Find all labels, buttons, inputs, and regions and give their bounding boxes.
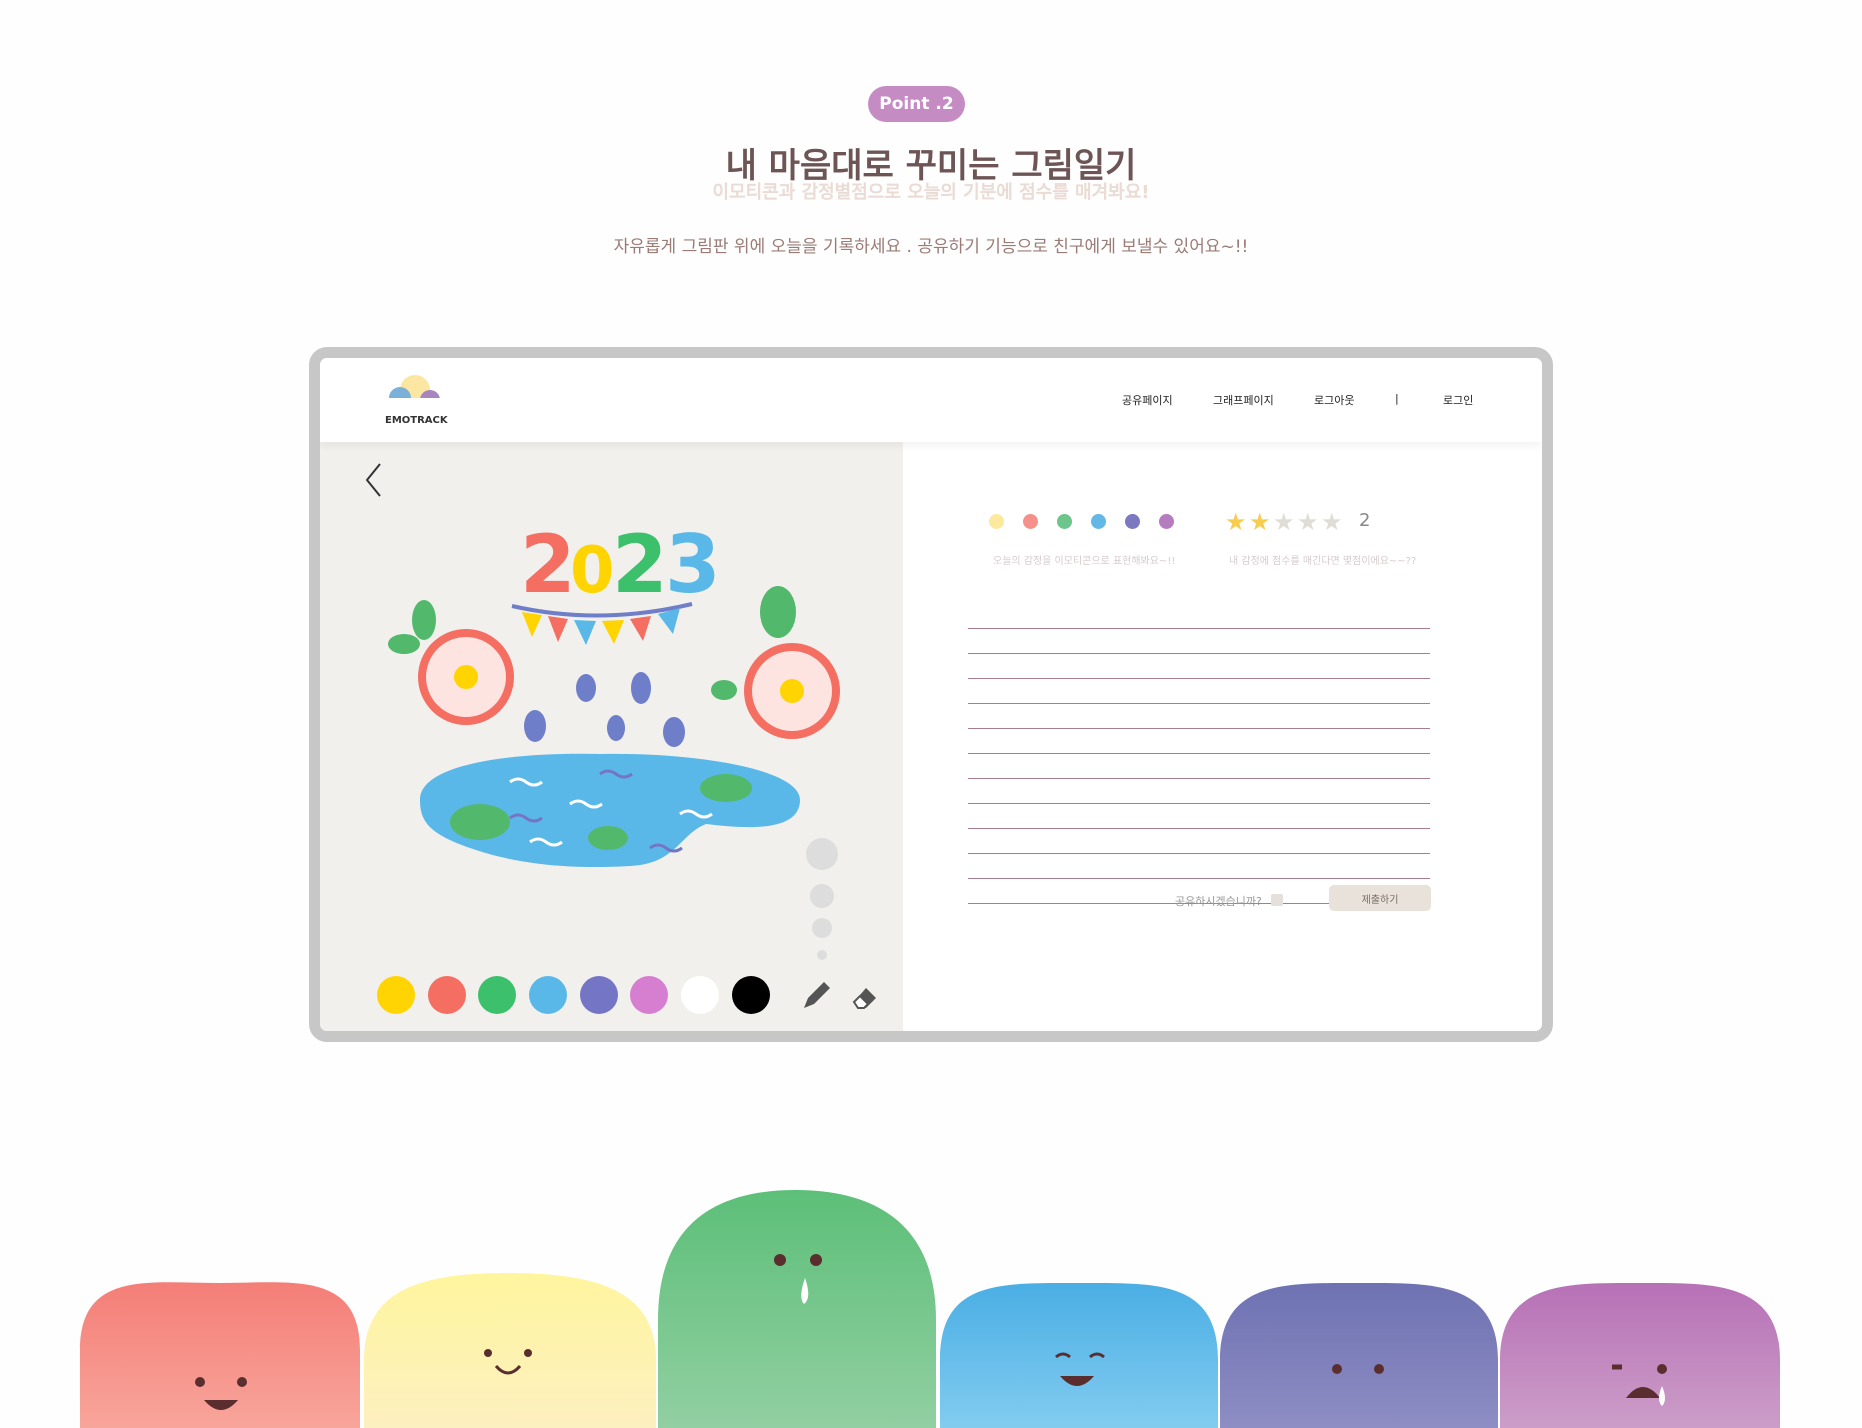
section-description: 자유롭게 그림판 위에 오늘을 기록하세요 . 공유하기 기능으로 친구에게 보…: [613, 237, 1249, 257]
brush-size-sm[interactable]: [817, 950, 827, 960]
character-blue: [940, 1282, 1218, 1428]
character-purple: [1220, 1282, 1498, 1428]
rating-hint: 내 감정에 점수를 매긴다면 몇점이에요~~??: [1229, 556, 1417, 567]
emotion-characters: [80, 1190, 1780, 1428]
star-icon[interactable]: ★: [1321, 508, 1343, 536]
emotion-neutral-icon[interactable]: [1125, 514, 1140, 529]
year-digit-3: 2: [612, 518, 668, 611]
star-icon[interactable]: ★: [1273, 508, 1295, 536]
brush-size-xl[interactable]: [806, 838, 838, 870]
raindrops: [524, 672, 685, 747]
nav-graph-page[interactable]: 그래프페이지: [1213, 392, 1274, 408]
nav-divider: |: [1395, 392, 1399, 405]
logo-text: EMOTRACK: [385, 415, 448, 426]
brush-size-lg[interactable]: [810, 884, 834, 908]
color-swatch-blue[interactable]: [529, 976, 567, 1014]
color-swatch-red[interactable]: [428, 976, 466, 1014]
share-label: 공유하시겠습니까?: [1175, 895, 1262, 908]
flower-left: [418, 629, 514, 725]
emotion-calm-icon[interactable]: [1057, 514, 1072, 529]
emotion-happy-icon[interactable]: [989, 514, 1004, 529]
flower-right: [744, 643, 840, 739]
color-swatch-yellow[interactable]: [377, 976, 415, 1014]
year-digit-2: 0: [570, 534, 615, 608]
character-red: [80, 1282, 360, 1428]
year-digit-1: 2: [520, 518, 576, 611]
color-swatch-black[interactable]: [732, 976, 770, 1014]
color-swatch-green[interactable]: [478, 976, 516, 1014]
star-icon[interactable]: ★: [1225, 508, 1247, 536]
emotion-cheerful-icon[interactable]: [1091, 514, 1106, 529]
nav-logout[interactable]: 로그아웃: [1314, 392, 1354, 408]
character-yellow: [364, 1273, 656, 1428]
tablet-mockup: EMOTRACK 공유페이지 그래프페이지 로그아웃 | 로그인 2 0 2 3: [309, 347, 1553, 1042]
nav-share-page[interactable]: 공유페이지: [1122, 392, 1173, 408]
section-subtitle: 이모티콘과 감정별점으로 오늘의 기분에 점수를 매겨봐요!: [712, 182, 1150, 203]
character-green: [658, 1190, 936, 1428]
submit-button[interactable]: 제출하기: [1329, 885, 1431, 911]
color-swatch-purple[interactable]: [630, 976, 668, 1014]
drawing-illustration: 2 0 2 3: [388, 518, 840, 868]
drawing-canvas[interactable]: 2 0 2 3: [320, 442, 903, 1031]
rating-value: 2: [1359, 510, 1371, 531]
nav-login[interactable]: 로그인: [1443, 392, 1473, 408]
share-checkbox[interactable]: [1271, 894, 1283, 906]
brush-size-md[interactable]: [812, 918, 832, 938]
color-swatch-indigo[interactable]: [580, 976, 618, 1014]
emotion-sad-icon[interactable]: [1159, 514, 1174, 529]
eraser-icon[interactable]: [850, 982, 880, 1012]
year-digit-4: 3: [665, 518, 721, 611]
diary-panel: ★ ★ ★ ★ ★ 2 오늘의 감정을 이모티콘으로 표현해봐요~!! 내 감정…: [903, 442, 1542, 1031]
point-badge: Point .2: [868, 86, 965, 122]
star-icon[interactable]: ★: [1249, 508, 1271, 536]
app-header: EMOTRACK 공유페이지 그래프페이지 로그아웃 | 로그인: [320, 358, 1542, 442]
color-swatch-white[interactable]: [681, 976, 719, 1014]
character-violet: [1500, 1282, 1780, 1428]
pen-icon[interactable]: [798, 978, 834, 1014]
emotion-hint: 오늘의 감정을 이모티콘으로 표현해봐요~!!: [993, 556, 1176, 567]
emotion-excited-icon[interactable]: [1023, 514, 1038, 529]
star-icon[interactable]: ★: [1297, 508, 1319, 536]
